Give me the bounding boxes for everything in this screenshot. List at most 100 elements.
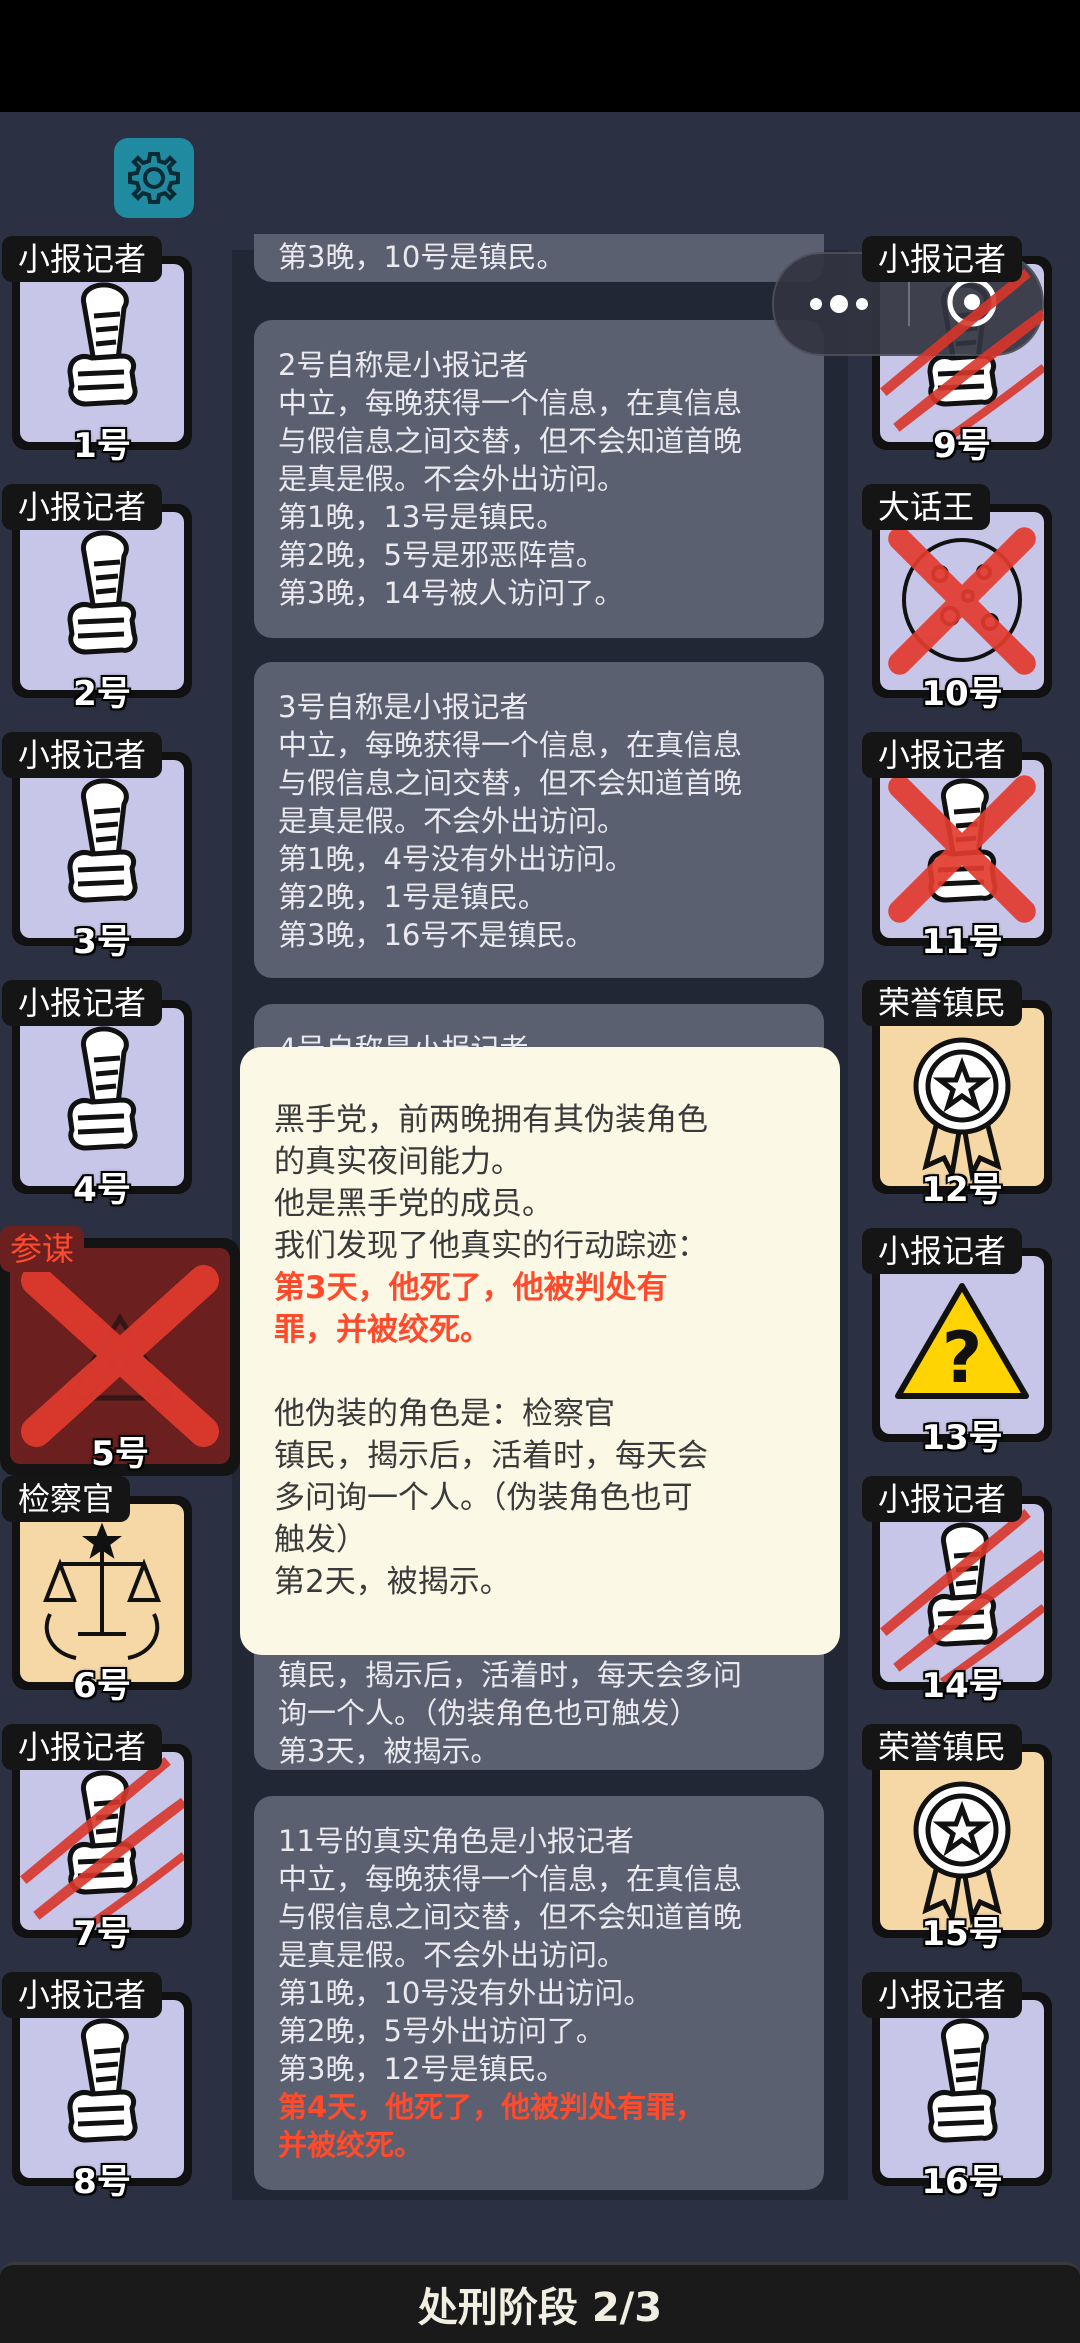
log-line: 3号自称是小报记者 xyxy=(278,690,529,724)
card-portrait xyxy=(880,1008,1044,1186)
player-card-5号[interactable]: 参谋 5号 xyxy=(0,1226,240,1476)
player-number: 10号 xyxy=(921,674,1003,714)
log-line: 中立，每晚获得一个信息，在真信息 xyxy=(278,386,743,420)
player-card-8号[interactable]: 小报记者 8号 xyxy=(2,1972,202,2202)
player-number: 5号 xyxy=(91,1434,149,1474)
player-number: 9号 xyxy=(933,426,991,466)
role-label: 荣誉镇民 xyxy=(862,1724,1023,1770)
log-line: 第3天，被揭示。 xyxy=(278,1734,500,1768)
gear-icon xyxy=(128,152,180,204)
more-dots-icon[interactable] xyxy=(810,286,890,322)
player-card-11号[interactable]: 小报记者 11号 xyxy=(862,732,1062,962)
phase-label: 处刑阶段 2/3 xyxy=(417,2285,663,2331)
popup-line: 我们发现了他真实的行动踪迹： xyxy=(274,1228,708,1264)
log-death-line: 并被绞死。 xyxy=(278,2128,424,2162)
newspaper-hand-icon xyxy=(927,2018,998,2143)
player-card-10号[interactable]: 大话王 10号 xyxy=(862,484,1062,714)
newspaper-hand-icon xyxy=(67,778,138,903)
card-portrait xyxy=(20,2000,184,2178)
honor-medal-icon xyxy=(913,1781,1011,1926)
log-line: 中立，每晚获得一个信息，在真信息 xyxy=(278,728,743,762)
player-card-16号[interactable]: 小报记者 16号 xyxy=(862,1972,1062,2202)
player-card-15号[interactable]: 荣誉镇民 15号 xyxy=(862,1724,1062,1954)
player-card-9号[interactable]: 小报记者 9号 xyxy=(862,236,1062,466)
log-line: 第3晚，10号是镇民。 xyxy=(278,240,566,274)
honor-medal-icon xyxy=(913,1037,1011,1182)
popup-line: 他是黑手党的成员。 xyxy=(274,1186,553,1222)
role-label: 小报记者 xyxy=(2,980,163,1026)
log-line: 是真是假。不会外出访问。 xyxy=(278,462,627,496)
player-number: 7号 xyxy=(73,1914,131,1954)
player-number: 13号 xyxy=(921,1418,1003,1458)
log-line: 11号的真实角色是小报记者 xyxy=(278,1824,634,1858)
role-label: 小报记者 xyxy=(2,732,163,778)
card-portrait xyxy=(20,512,184,690)
player-card-12号[interactable]: 荣誉镇民 12号 xyxy=(862,980,1062,1210)
player-number: 4号 xyxy=(73,1170,131,1210)
role-label: 小报记者 xyxy=(862,1228,1023,1274)
log-line: 第1晚，4号没有外出访问。 xyxy=(278,842,634,876)
log-death-line: 第4天，他死了，他被判处有罪， xyxy=(278,2090,705,2124)
player-card-2号[interactable]: 小报记者 2号 xyxy=(2,484,202,714)
popup-line: 触发） xyxy=(274,1522,367,1558)
card-portrait xyxy=(20,264,184,442)
newspaper-hand-icon xyxy=(67,530,138,655)
card-portrait xyxy=(880,1752,1044,1930)
log-line: 第3晚，16号不是镇民。 xyxy=(278,918,595,952)
player-number: 3号 xyxy=(73,922,131,962)
newspaper-hand-icon xyxy=(67,282,138,407)
card-portrait xyxy=(880,264,1044,442)
player-number: 1号 xyxy=(73,426,131,466)
card-portrait xyxy=(20,1504,184,1682)
player-card-6号[interactable]: 检察官 6号 xyxy=(2,1476,202,1706)
log-line: 第2晚，5号外出访问了。 xyxy=(278,2014,605,2048)
player-number: 16号 xyxy=(921,2162,1003,2202)
log-line: 第1晚，13号是镇民。 xyxy=(278,500,566,534)
player-number: 2号 xyxy=(73,674,131,714)
phase-bar: 处刑阶段 2/3 xyxy=(0,2262,1080,2343)
card-portrait xyxy=(20,1008,184,1186)
card-portrait xyxy=(20,760,184,938)
log-entry: 第3晚，10号是镇民。 xyxy=(254,234,824,282)
popup-line: 的真实夜间能力。 xyxy=(274,1144,522,1180)
player-card-13号[interactable]: ? 小报记者 13号 xyxy=(862,1228,1062,1458)
role-label: 小报记者 xyxy=(862,1972,1023,2018)
justice-scales-icon xyxy=(43,1522,161,1660)
log-line: 第2晚，1号是镇民。 xyxy=(278,880,547,914)
log-line: 与假信息之间交替，但不会知道首晚 xyxy=(278,766,743,800)
player-number: 8号 xyxy=(73,2162,131,2202)
log-line: 2号自称是小报记者 xyxy=(278,348,529,382)
log-line: 第3晚，14号被人访问了。 xyxy=(278,576,624,610)
player-card-1号[interactable]: 小报记者 1号 xyxy=(2,236,202,466)
player-card-4号[interactable]: 小报记者 4号 xyxy=(2,980,202,1210)
status-bar xyxy=(0,0,1080,112)
card-portrait xyxy=(880,760,1044,938)
settings-button[interactable] xyxy=(114,138,194,218)
popup-line: 镇民，揭示后，活着时，每天会 xyxy=(274,1438,708,1474)
role-label: 小报记者 xyxy=(2,484,163,530)
player-card-3号[interactable]: 小报记者 3号 xyxy=(2,732,202,962)
log-line: 第3晚，12号是镇民。 xyxy=(278,2052,566,2086)
role-label: 小报记者 xyxy=(2,1972,163,2018)
player-card-14号[interactable]: 小报记者 14号 xyxy=(862,1476,1062,1706)
log-line: 是真是假。不会外出访问。 xyxy=(278,1938,627,1972)
player-number: 14号 xyxy=(921,1666,1003,1706)
role-label: 参谋 xyxy=(0,1226,85,1272)
player-card-7号[interactable]: 小报记者 7号 xyxy=(2,1724,202,1954)
role-label: 小报记者 xyxy=(862,732,1023,778)
log-line: 与假信息之间交替，但不会知道首晚 xyxy=(278,424,743,458)
player-number: 11号 xyxy=(921,922,1003,962)
log-line: 是真是假。不会外出访问。 xyxy=(278,804,627,838)
role-label: 荣誉镇民 xyxy=(862,980,1023,1026)
claw-mark-icon xyxy=(880,269,1044,442)
svg-text:?: ? xyxy=(942,1317,983,1399)
claw-mark-icon xyxy=(20,1757,184,1930)
player-number: 12号 xyxy=(921,1170,1003,1210)
claw-mark-icon xyxy=(880,1509,1044,1682)
log-line: 第1晚，10号没有外出访问。 xyxy=(278,1976,653,2010)
log-line: 询一个人。（伪装角色也可触发） xyxy=(278,1696,699,1730)
role-detail-popup[interactable]: 黑手党，前两晚拥有其伪装角色 的真实夜间能力。 他是黑手党的成员。 我们发现了他真实的… xyxy=(240,1047,840,1655)
log-entry: 3号自称是小报记者中立，每晚获得一个信息，在真信息 与假信息之间交替，但不会知道首… xyxy=(254,662,824,978)
popup-death-line: 第3天，他死了，他被判处有 xyxy=(274,1270,668,1306)
player-number: 6号 xyxy=(73,1666,131,1706)
